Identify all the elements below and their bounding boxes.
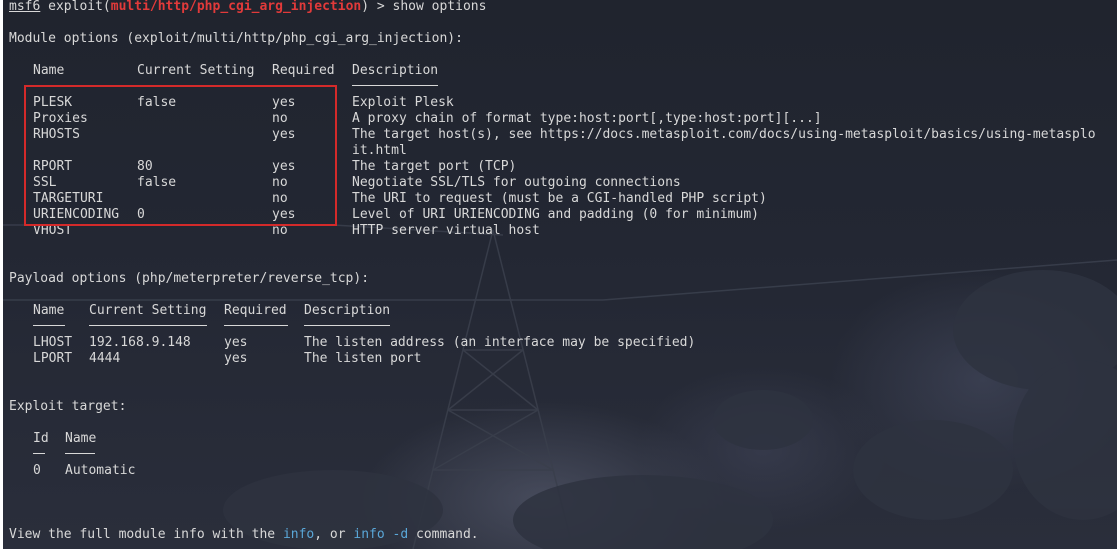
target-name: Automatic <box>65 463 136 478</box>
header-underline <box>304 325 390 326</box>
footer-text-post: command. <box>408 527 479 542</box>
prompt-user: msf6 <box>9 0 41 14</box>
header-underline <box>33 453 45 454</box>
col-header-required: Required <box>272 63 335 78</box>
header-underline <box>224 325 288 326</box>
option-description: Negotiate SSL/TLS for outgoing connectio… <box>352 175 681 190</box>
col-header-name: Name <box>33 303 65 318</box>
option-description: The target port (TCP) <box>352 159 517 174</box>
prompt-pre: exploit( <box>40 0 111 14</box>
header-underline <box>89 325 207 326</box>
option-name: LPORT <box>33 351 73 366</box>
option-description: The target host(s), see https://docs.met… <box>352 127 1096 142</box>
footer-text-pre: View the full module info with the <box>9 527 283 542</box>
payload-options-heading: Payload options (php/meterpreter/reverse… <box>9 271 370 286</box>
option-name: LHOST <box>33 335 73 350</box>
footer-hint: View the full module info with the info,… <box>9 527 479 543</box>
option-description: The listen port <box>304 351 422 366</box>
highlight-annotation-box <box>24 85 337 226</box>
info-command: info <box>282 527 315 542</box>
option-description: HTTP server virtual host <box>352 223 540 238</box>
prompt-line: msf6 exploit(multi/http/php_cgi_arg_inje… <box>9 0 486 15</box>
prompt-command: ) > show options <box>361 0 487 14</box>
info-d-command: info -d <box>353 527 409 542</box>
option-description: The listen address (an interface may be … <box>304 335 696 350</box>
terminal-window[interactable]: msf6 exploit(multi/http/php_cgi_arg_inje… <box>3 0 1117 549</box>
col-header-description: Description <box>352 63 439 78</box>
option-description-continuation: it.html <box>352 143 407 158</box>
header-underline <box>352 85 438 86</box>
option-setting: 4444 <box>89 351 121 366</box>
prompt-module-name: multi/http/php_cgi_arg_injection <box>110 0 362 14</box>
col-header-current-setting: Current Setting <box>137 63 255 78</box>
option-description: A proxy chain of format type:host:port[,… <box>352 111 822 126</box>
option-description: Exploit Plesk <box>352 95 454 110</box>
option-required: yes <box>224 335 248 350</box>
module-options-heading: Module options (exploit/multi/http/php_c… <box>9 31 463 46</box>
col-header-id: Id <box>33 431 49 446</box>
header-underline <box>65 453 95 454</box>
option-required: yes <box>224 351 248 366</box>
target-id: 0 <box>33 463 41 478</box>
exploit-target-heading: Exploit target: <box>9 399 127 414</box>
option-description: The URI to request (must be a CGI-handle… <box>352 191 767 206</box>
header-underline <box>33 325 65 326</box>
col-header-current-setting: Current Setting <box>89 303 207 318</box>
option-setting: 192.168.9.148 <box>89 335 191 350</box>
col-header-description: Description <box>304 303 391 318</box>
col-header-required: Required <box>224 303 287 318</box>
col-header-name: Name <box>33 63 65 78</box>
col-header-name: Name <box>65 431 97 446</box>
footer-text-mid: , or <box>314 527 354 542</box>
option-description: Level of URI URIENCODING and padding (0 … <box>352 207 759 222</box>
